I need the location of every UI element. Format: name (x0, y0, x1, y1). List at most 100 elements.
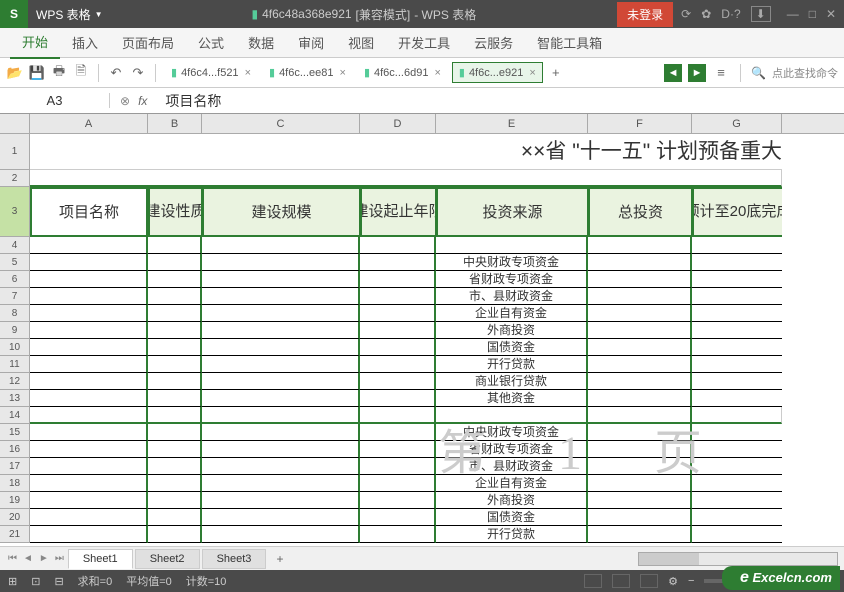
col-header-C[interactable]: C (202, 114, 360, 133)
search-icon[interactable]: 🔍 (751, 66, 766, 80)
nav-next-button[interactable]: ► (688, 64, 706, 82)
cell[interactable] (202, 509, 360, 526)
cell[interactable]: 中央财政专项资金 (436, 254, 588, 271)
list-icon[interactable]: ≡ (712, 64, 730, 82)
cell[interactable] (588, 424, 692, 441)
cell[interactable] (30, 271, 148, 288)
cell[interactable] (202, 288, 360, 305)
save-icon[interactable]: 💾 (28, 64, 46, 82)
formula-input[interactable]: 项目名称 (157, 91, 844, 111)
status-icon[interactable]: ⊡ (31, 575, 40, 588)
cell[interactable] (360, 356, 436, 373)
cell[interactable] (30, 424, 148, 441)
cell[interactable] (692, 288, 782, 305)
menu-start[interactable]: 开始 (10, 26, 60, 59)
cell[interactable] (692, 458, 782, 475)
cell[interactable] (360, 390, 436, 407)
cell[interactable] (360, 407, 436, 424)
view-pagelayout-button[interactable] (612, 574, 630, 588)
cell[interactable] (148, 339, 202, 356)
cell[interactable]: 省财政专项资金 (436, 271, 588, 288)
sheet-tab-2[interactable]: Sheet2 (135, 549, 200, 569)
row-header[interactable]: 2 (0, 170, 30, 187)
select-all-corner[interactable] (0, 114, 30, 133)
view-pagebreak-button[interactable] (640, 574, 658, 588)
cell[interactable] (30, 339, 148, 356)
cell[interactable] (30, 356, 148, 373)
cell[interactable]: 企业自有资金 (436, 475, 588, 492)
menu-insert[interactable]: 插入 (60, 27, 110, 58)
cell[interactable] (202, 356, 360, 373)
cell[interactable] (30, 458, 148, 475)
col-header-G[interactable]: G (692, 114, 782, 133)
col-header-A[interactable]: A (30, 114, 148, 133)
col-header-F[interactable]: F (588, 114, 692, 133)
sheet-last-button[interactable]: ⏭ (53, 553, 66, 564)
header-build-scale[interactable]: 建设规模 (202, 187, 360, 237)
cell[interactable] (148, 492, 202, 509)
nav-prev-button[interactable]: ◄ (664, 64, 682, 82)
cell[interactable] (692, 339, 782, 356)
sync-icon[interactable]: ⟳ (681, 7, 691, 21)
cell[interactable] (692, 509, 782, 526)
cell[interactable] (588, 526, 692, 543)
menu-data[interactable]: 数据 (236, 27, 286, 58)
row-header[interactable]: 15 (0, 424, 30, 441)
view-normal-button[interactable] (584, 574, 602, 588)
cell[interactable] (148, 424, 202, 441)
app-name-dropdown[interactable]: WPS 表格▼ (28, 6, 111, 23)
cell[interactable] (360, 475, 436, 492)
window-max-button[interactable]: □ (809, 7, 816, 21)
cell[interactable] (30, 407, 148, 424)
sheet-tab-3[interactable]: Sheet3 (202, 549, 267, 569)
close-icon[interactable]: × (434, 67, 440, 79)
download-icon[interactable]: ⬇ (751, 6, 771, 22)
cell[interactable] (30, 237, 148, 254)
cell[interactable]: 中央财政专项资金 (436, 424, 588, 441)
cell[interactable] (148, 305, 202, 322)
cell[interactable]: 企业自有资金 (436, 305, 588, 322)
sheet-prev-button[interactable]: ◄ (21, 553, 35, 564)
cell[interactable] (202, 424, 360, 441)
cell[interactable] (692, 424, 782, 441)
spreadsheet-grid[interactable]: A B C D E F G 1 2 3 4 5 6 7 8 9 10 11 12… (0, 114, 844, 546)
cell[interactable] (692, 271, 782, 288)
header-build-nature[interactable]: 建设性质 (148, 187, 202, 237)
cell[interactable] (202, 390, 360, 407)
cell[interactable]: 省财政专项资金 (436, 441, 588, 458)
cell[interactable]: 国债资金 (436, 509, 588, 526)
cell[interactable] (588, 339, 692, 356)
cell[interactable] (436, 237, 588, 254)
col-header-D[interactable]: D (360, 114, 436, 133)
row-header[interactable]: 8 (0, 305, 30, 322)
cell[interactable] (30, 373, 148, 390)
cell[interactable] (148, 475, 202, 492)
menu-formula[interactable]: 公式 (186, 27, 236, 58)
close-icon[interactable]: × (245, 67, 251, 79)
cell[interactable] (30, 526, 148, 543)
close-icon[interactable]: × (340, 67, 346, 79)
cell[interactable] (360, 424, 436, 441)
cell[interactable] (692, 390, 782, 407)
sheet-tab-1[interactable]: Sheet1 (68, 549, 133, 569)
cell[interactable]: 开行贷款 (436, 526, 588, 543)
cell[interactable] (202, 322, 360, 339)
cell[interactable] (148, 407, 202, 424)
cell[interactable] (360, 509, 436, 526)
zoom-out-button[interactable]: − (688, 575, 694, 587)
redo-icon[interactable]: ↷ (129, 64, 147, 82)
cell[interactable] (360, 526, 436, 543)
row-header[interactable]: 20 (0, 509, 30, 526)
menu-review[interactable]: 审阅 (286, 27, 336, 58)
row-header[interactable]: 21 (0, 526, 30, 543)
cell[interactable] (202, 492, 360, 509)
row-header[interactable]: 17 (0, 458, 30, 475)
menu-devtools[interactable]: 开发工具 (386, 27, 462, 58)
cell[interactable] (202, 305, 360, 322)
row-header[interactable]: 5 (0, 254, 30, 271)
header-project-name[interactable]: 项目名称 (30, 187, 148, 237)
menu-smarttools[interactable]: 智能工具箱 (525, 27, 614, 58)
cell[interactable] (692, 373, 782, 390)
cell[interactable] (148, 271, 202, 288)
gear-icon[interactable]: ⚙ (668, 575, 678, 588)
